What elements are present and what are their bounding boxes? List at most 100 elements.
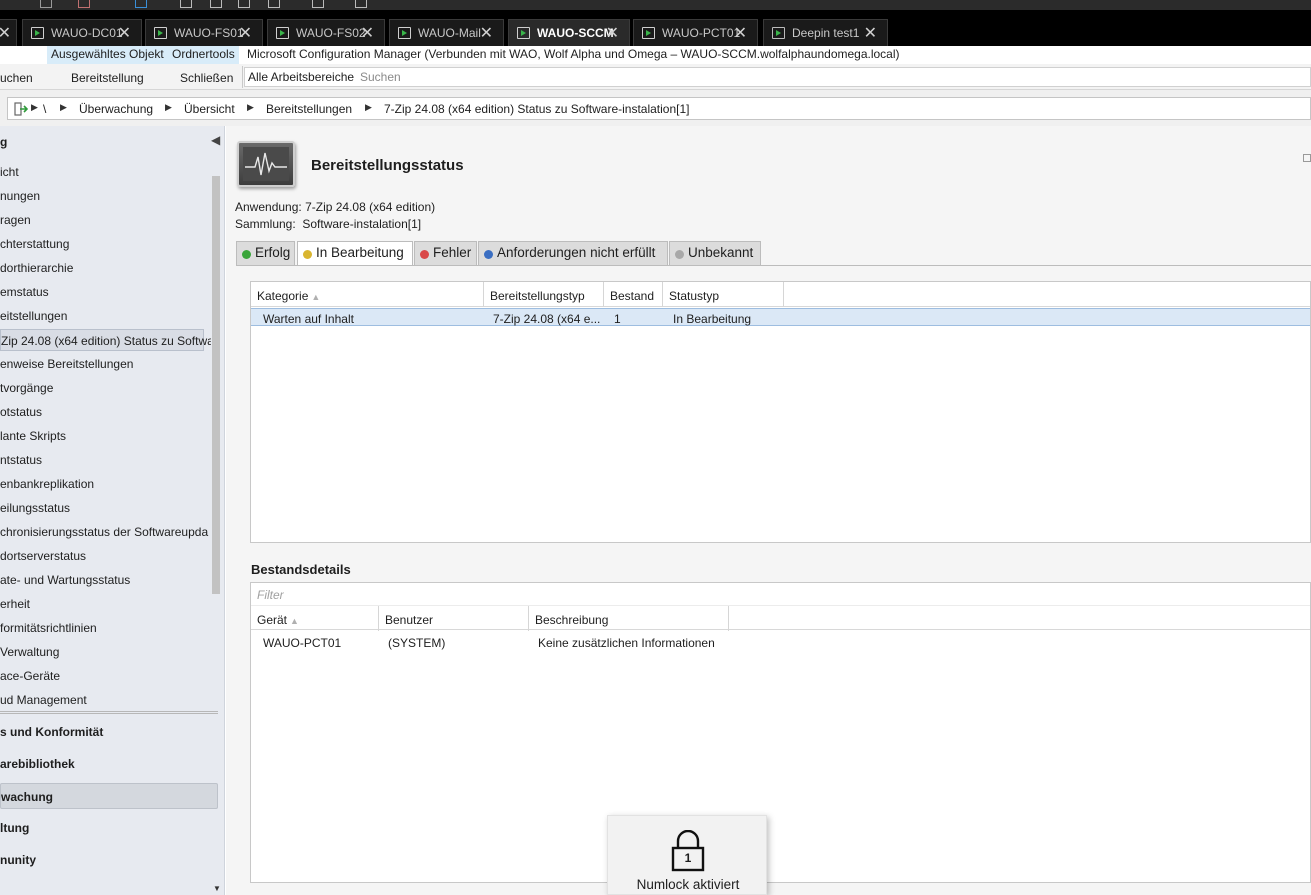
vm-tab-wauo-fs02[interactable]: WAUO-FS02 ✕ <box>267 19 385 46</box>
vm-tab-label: WAUO-FS02 <box>296 26 366 40</box>
vm-tab-wauo-dc01[interactable]: WAUO-DC01 ✕ <box>22 19 142 46</box>
toolbar-icon[interactable] <box>78 0 90 8</box>
breadcrumb-root[interactable]: \ <box>43 102 46 116</box>
navigate-icon[interactable] <box>14 102 28 116</box>
nav-tree-item[interactable]: icht <box>0 161 19 183</box>
toolbar-icon[interactable] <box>210 0 222 8</box>
menu-search[interactable]: uchen <box>0 71 33 85</box>
nav-tree-item[interactable]: chronisierungsstatus der Softwareupda <box>0 521 208 543</box>
nav-tree-item[interactable]: lante Skripts <box>0 425 66 447</box>
pin-icon[interactable] <box>1303 154 1311 162</box>
close-icon[interactable]: ✕ <box>361 23 374 43</box>
divider <box>236 265 1311 266</box>
table-row[interactable]: WAUO-PCT01 (SYSTEM) Keine zusätzlichen I… <box>251 633 1310 651</box>
vm-tab-wauo-pct01[interactable]: WAUO-PCT01 ✕ <box>633 19 758 46</box>
nav-tree-item[interactable]: ace-Geräte <box>0 665 60 687</box>
nav-tree-item[interactable]: eilungsstatus <box>0 497 70 519</box>
nav-tree-item[interactable]: tvorgänge <box>0 377 53 399</box>
chevron-right-icon[interactable]: ▶ <box>31 102 38 113</box>
nav-tree-item[interactable]: dorthierarchie <box>0 257 73 279</box>
nav-tree-item[interactable]: eitstellungen <box>0 305 67 327</box>
nav-tree-item[interactable]: ud Management <box>0 689 87 711</box>
numlock-number: 1 <box>684 851 692 865</box>
nav-tree-item[interactable]: enbankreplikation <box>0 473 94 495</box>
column-header-geraet[interactable]: Gerät ▲ <box>251 606 379 631</box>
column-header-bereitstellungstyp[interactable]: Bereitstellungstyp <box>484 282 604 307</box>
vm-tab-deepin-test1[interactable]: Deepin test1 ✕ <box>763 19 888 46</box>
nav-tree-item[interactable]: erheit <box>0 593 30 615</box>
workspace-item[interactable]: ltung <box>0 815 218 841</box>
nav-tree-item[interactable]: emstatus <box>0 281 49 303</box>
toolbar-icon[interactable] <box>355 0 367 8</box>
close-icon[interactable]: ✕ <box>0 23 11 43</box>
main-content: Bereitstellungsstatus Anwendung: 7-Zip 2… <box>226 126 1311 895</box>
tab-folder-tools[interactable]: Ordnertools <box>168 46 239 64</box>
close-icon[interactable]: ✕ <box>606 23 619 43</box>
toolbar-icon[interactable] <box>180 0 192 8</box>
toolbar-icon[interactable] <box>40 0 52 8</box>
nav-tree-item[interactable]: Verwaltung <box>0 641 59 663</box>
close-icon[interactable]: ✕ <box>734 23 747 43</box>
vm-icon <box>276 27 289 39</box>
column-header-statustyp[interactable]: Statustyp <box>663 282 784 307</box>
nav-tree-item[interactable]: dortserverstatus <box>0 545 86 567</box>
menu-deployment[interactable]: Bereitstellung <box>71 71 144 85</box>
tab-erfolg[interactable]: Erfolg <box>236 241 295 265</box>
tab-fehler[interactable]: Fehler <box>414 241 477 265</box>
breadcrumb-item[interactable]: Überwachung <box>79 102 153 116</box>
workspace-item[interactable]: s und Konformität <box>0 719 218 745</box>
close-icon[interactable]: ✕ <box>864 23 877 43</box>
toolbar-icon[interactable] <box>238 0 250 8</box>
nav-tree-item[interactable]: nungen <box>0 185 40 207</box>
pane-splitter[interactable] <box>0 711 218 714</box>
close-icon[interactable]: ✕ <box>480 23 493 43</box>
chevron-right-icon[interactable]: ▶ <box>165 102 172 113</box>
nav-tree-item[interactable]: formitätsrichtlinien <box>0 617 97 639</box>
nav-tree-item[interactable]: ragen <box>0 209 31 231</box>
toolbar-icon[interactable] <box>312 0 324 8</box>
filter-input[interactable]: Filter <box>257 588 284 602</box>
breadcrumb-item[interactable]: Bereitstellungen <box>266 102 352 116</box>
tab-selected-object[interactable]: Ausgewähltes Objekt <box>47 46 168 64</box>
nav-tree-item[interactable]: otstatus <box>0 401 42 423</box>
workspace-item[interactable]: nunity <box>0 847 218 873</box>
column-header-bestand[interactable]: Bestand <box>604 282 663 307</box>
collapse-pane-icon[interactable]: ◀ <box>211 133 220 147</box>
nav-tree-item[interactable]: ate- und Wartungsstatus <box>0 569 130 591</box>
breadcrumb-item[interactable]: Übersicht <box>184 102 235 116</box>
vm-tab[interactable]: ✕ <box>0 19 17 46</box>
search-input[interactable]: Suchen <box>356 67 1311 87</box>
table-row[interactable]: Warten auf Inhalt 7-Zip 24.08 (x64 e... … <box>251 308 1310 326</box>
menu-close[interactable]: Schließen <box>180 71 233 85</box>
chevron-right-icon[interactable]: ▶ <box>60 102 67 113</box>
vm-tab-wauo-mail[interactable]: WAUO-Mail ✕ <box>389 19 504 46</box>
toolbar-icon[interactable] <box>135 0 147 8</box>
close-icon[interactable]: ✕ <box>239 23 252 43</box>
breadcrumb-item[interactable]: 7-Zip 24.08 (x64 edition) Status zu Soft… <box>384 102 690 116</box>
tab-unbekannt[interactable]: Unbekannt <box>669 241 761 265</box>
scroll-down-icon[interactable]: ▼ <box>213 884 221 893</box>
vm-tab-wauo-fs01[interactable]: WAUO-FS01 ✕ <box>145 19 263 46</box>
column-header-beschreibung[interactable]: Beschreibung <box>529 606 729 631</box>
all-workspaces-button[interactable]: Alle Arbeitsbereiche <box>244 67 359 87</box>
workspace-item[interactable]: wachung <box>0 783 218 809</box>
vm-tab-wauo-sccm[interactable]: WAUO-SCCM ✕ <box>508 19 630 46</box>
nav-tree-item[interactable]: ntstatus <box>0 449 42 471</box>
column-header-kategorie[interactable]: Kategorie ▲ <box>251 282 484 307</box>
chevron-right-icon[interactable]: ▶ <box>247 102 254 113</box>
nav-tree-item[interactable]: chterstattung <box>0 233 69 255</box>
nav-scrollbar[interactable] <box>211 170 222 710</box>
workspace-item[interactable]: arebibliothek <box>0 751 218 777</box>
column-header-benutzer[interactable]: Benutzer <box>379 606 529 631</box>
cell-statustyp: In Bearbeitung <box>673 312 752 326</box>
scrollbar-thumb[interactable] <box>212 176 220 594</box>
tab-anforderungen-nicht-erfuellt[interactable]: Anforderungen nicht erfüllt <box>478 241 668 265</box>
chevron-right-icon[interactable]: ▶ <box>365 102 372 113</box>
sort-ascending-icon: ▲ <box>311 292 321 302</box>
tab-in-bearbeitung[interactable]: In Bearbeitung <box>297 241 413 266</box>
nav-tree-item[interactable]: Zip 24.08 (x64 edition) Status zu Softwa <box>0 329 214 351</box>
application-info: Anwendung: 7-Zip 24.08 (x64 edition) <box>235 200 435 214</box>
toolbar-icon[interactable] <box>268 0 280 8</box>
close-icon[interactable]: ✕ <box>118 23 131 43</box>
nav-tree-item[interactable]: enweise Bereitstellungen <box>0 353 133 375</box>
